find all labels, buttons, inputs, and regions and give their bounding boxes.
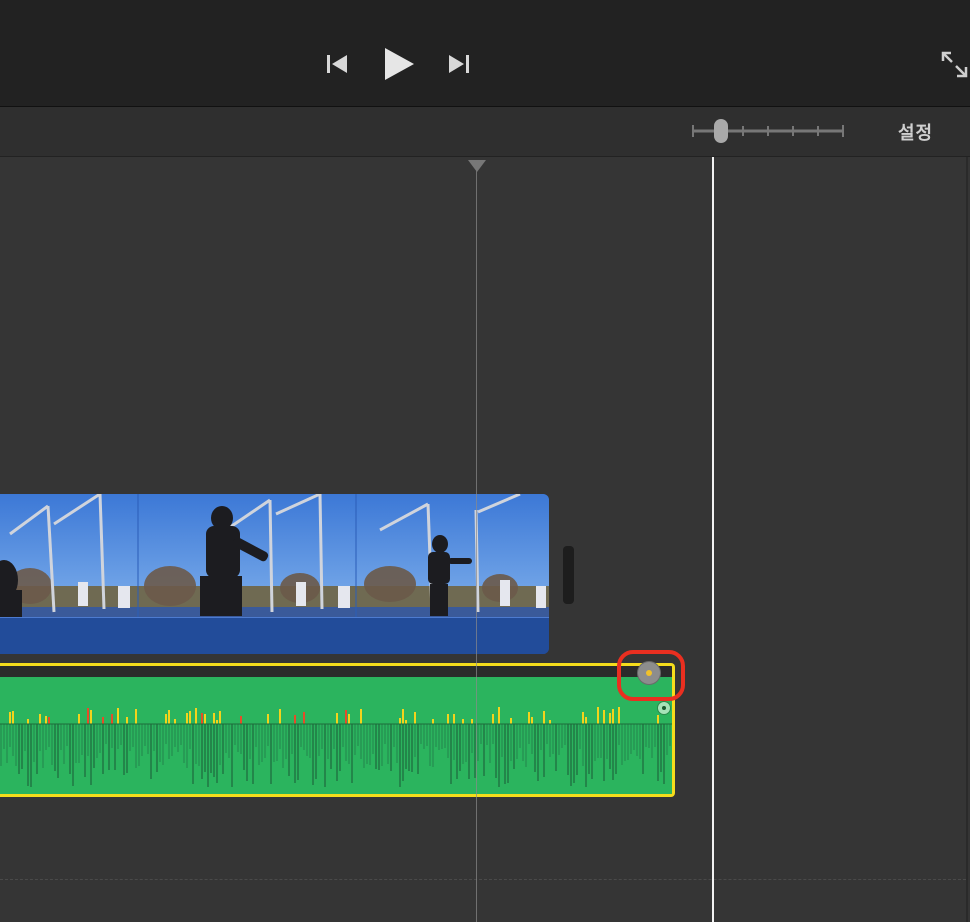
skimmer-line	[476, 166, 477, 922]
play-button[interactable]	[380, 42, 418, 86]
video-clip[interactable]	[0, 494, 549, 654]
audio-waveform	[0, 677, 672, 794]
fullscreen-expand-icon	[941, 51, 968, 78]
waveform-graphic	[0, 707, 672, 787]
fullscreen-button[interactable]	[938, 46, 970, 82]
timeline-right-divider	[966, 157, 968, 922]
fade-out-handle[interactable]	[638, 662, 660, 684]
skimmer-marker-icon	[468, 160, 486, 172]
zoom-slider-thumb	[714, 119, 728, 143]
skip-to-end-icon	[449, 55, 469, 73]
zoom-slider-track	[692, 119, 844, 143]
skip-to-start-icon	[327, 55, 347, 73]
audio-clip-header	[0, 666, 672, 677]
settings-button[interactable]: 설정	[898, 119, 933, 145]
skip-to-start-button[interactable]	[322, 42, 352, 86]
audio-drop-zone-line	[0, 879, 966, 880]
audio-clip-selected[interactable]	[0, 663, 675, 797]
zoom-slider[interactable]	[690, 118, 846, 144]
fade-handle-dot	[646, 670, 652, 676]
video-thumbnails	[0, 494, 549, 617]
play-icon	[385, 48, 414, 80]
clip-resize-handle[interactable]	[563, 546, 574, 604]
video-audio-strip	[0, 617, 549, 654]
volume-level-handle[interactable]	[658, 702, 670, 714]
playback-bar	[0, 0, 970, 107]
skip-to-end-button[interactable]	[444, 42, 474, 86]
playhead[interactable]	[712, 157, 714, 922]
volume-handle-dot	[662, 706, 666, 710]
